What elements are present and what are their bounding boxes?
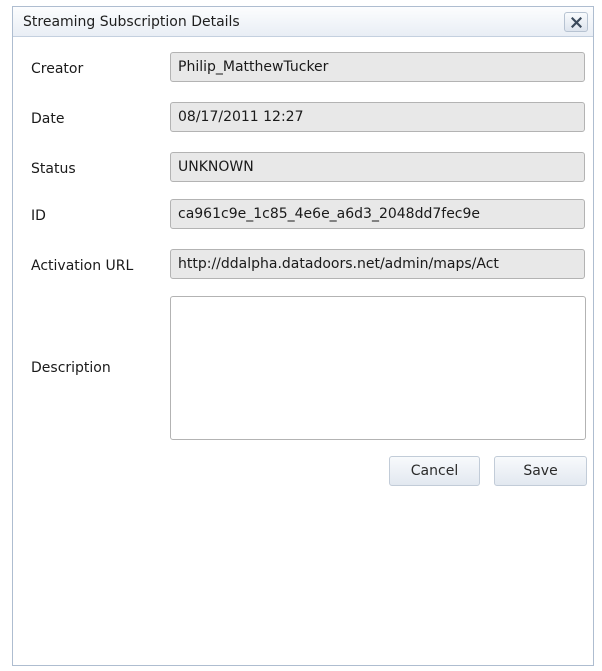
subscription-details-dialog: Streaming Subscription Details Creator P…: [12, 6, 594, 666]
description-label: Description: [31, 360, 111, 376]
status-label: Status: [31, 161, 76, 177]
activation-url-label: Activation URL: [31, 258, 134, 274]
id-field[interactable]: ca961c9e_1c85_4e6e_a6d3_2048dd7fec9e: [170, 199, 585, 229]
activation-url-field[interactable]: http://ddalpha.datadoors.net/admin/maps/…: [170, 249, 585, 279]
description-textarea[interactable]: [170, 296, 586, 440]
close-x-icon: [571, 17, 582, 28]
save-button[interactable]: Save: [494, 456, 587, 486]
date-field[interactable]: 08/17/2011 12:27: [170, 102, 585, 132]
cancel-button[interactable]: Cancel: [389, 456, 480, 486]
status-field[interactable]: UNKNOWN: [170, 152, 585, 182]
dialog-titlebar: Streaming Subscription Details: [13, 7, 593, 37]
id-label: ID: [31, 208, 46, 224]
creator-label: Creator: [31, 61, 84, 77]
close-button[interactable]: [564, 12, 588, 32]
creator-field[interactable]: Philip_MatthewTucker: [170, 52, 585, 82]
date-label: Date: [31, 111, 65, 127]
dialog-title: Streaming Subscription Details: [23, 14, 240, 30]
